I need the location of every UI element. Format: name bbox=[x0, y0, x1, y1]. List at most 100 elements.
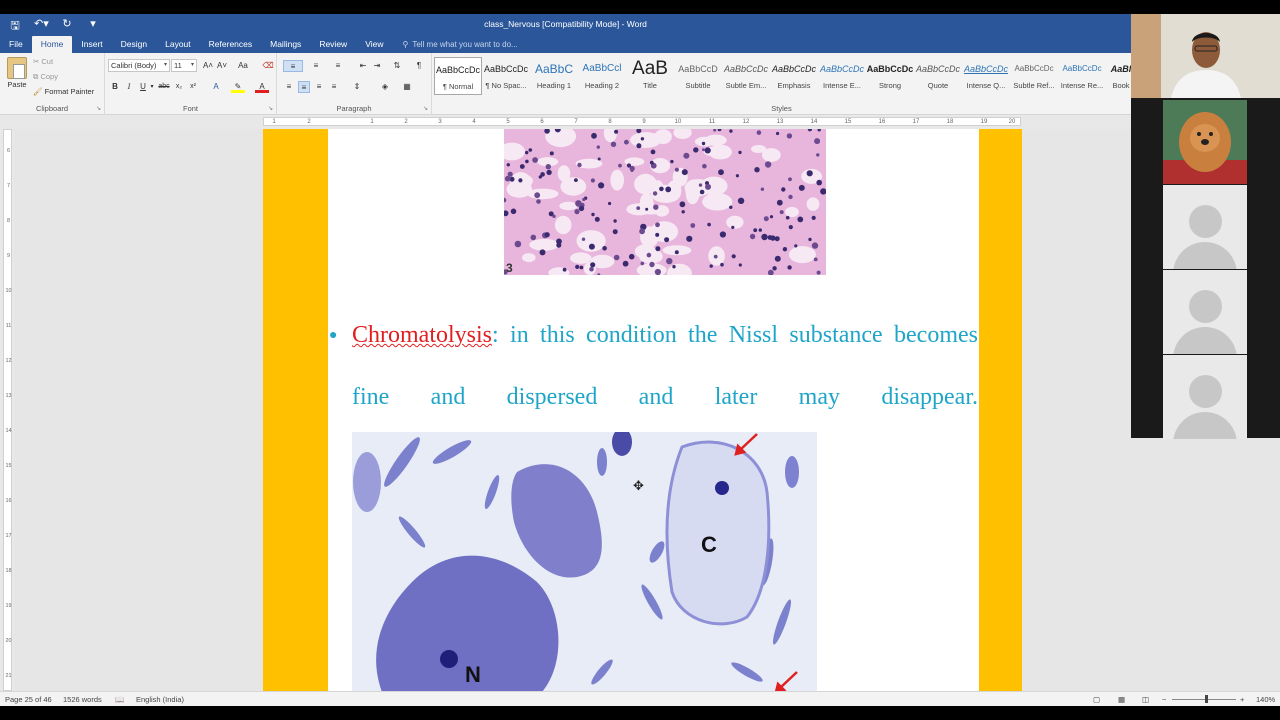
style-intense-reference[interactable]: AaBbCcDc Intense Re... bbox=[1058, 57, 1106, 95]
histology-image-top[interactable]: 3 bbox=[504, 129, 826, 275]
dialog-launcher-icon[interactable]: ↘ bbox=[268, 105, 273, 112]
tab-mailings[interactable]: Mailings bbox=[261, 36, 310, 53]
presenter-video-tile[interactable] bbox=[1131, 14, 1280, 98]
clipboard-icon bbox=[7, 57, 27, 79]
lightbulb-icon: ⚲ bbox=[402, 39, 409, 49]
dialog-launcher-icon[interactable]: ↘ bbox=[423, 105, 428, 112]
nucleus bbox=[807, 129, 812, 132]
superscript-button[interactable]: x² bbox=[187, 81, 199, 93]
text-effects-icon[interactable]: A bbox=[209, 81, 223, 93]
justify-icon[interactable]: ≡ bbox=[328, 81, 340, 93]
underline-button[interactable]: U bbox=[138, 81, 148, 93]
zoom-out-button[interactable]: − bbox=[1162, 695, 1166, 704]
nucleus bbox=[786, 133, 793, 139]
nucleus bbox=[539, 249, 546, 256]
shading-icon[interactable]: ◈ bbox=[377, 81, 393, 93]
show-marks-button[interactable]: ¶ bbox=[413, 60, 425, 72]
align-left-icon[interactable]: ≡ bbox=[283, 81, 295, 93]
tab-references[interactable]: References bbox=[200, 36, 261, 53]
clear-formatting-icon[interactable]: ⌫ bbox=[261, 60, 275, 72]
zoom-in-button[interactable]: + bbox=[1240, 695, 1244, 704]
sort-icon[interactable]: ⇅ bbox=[391, 60, 403, 72]
participant-avatar-tile[interactable] bbox=[1163, 270, 1247, 354]
style-preview: AaBbCcDc bbox=[866, 64, 914, 74]
nucleus bbox=[816, 270, 821, 275]
nucleus bbox=[719, 231, 726, 238]
style-intense-emphasis[interactable]: AaBbCcDc Intense E... bbox=[818, 57, 866, 95]
nucleus bbox=[506, 163, 510, 167]
tab-layout[interactable]: Layout bbox=[156, 36, 200, 53]
highlight-icon[interactable]: ✎ bbox=[231, 81, 245, 93]
font-size-combo[interactable]: 11 ▾ bbox=[171, 59, 197, 72]
participant-dog-tile[interactable] bbox=[1163, 100, 1247, 184]
numbering-icon[interactable]: ≡ bbox=[307, 60, 325, 72]
style-name: Strong bbox=[878, 81, 902, 90]
participant-avatar-tile[interactable] bbox=[1163, 355, 1247, 439]
zoom-slider[interactable] bbox=[1172, 699, 1236, 700]
increase-indent-icon[interactable]: ⇥ bbox=[371, 60, 383, 72]
word-count[interactable]: 1526 words bbox=[63, 695, 102, 704]
format-painter-button[interactable]: 🖌 Format Painter bbox=[33, 87, 94, 96]
font-color-icon[interactable]: A bbox=[255, 81, 269, 93]
tab-file[interactable]: File bbox=[0, 36, 32, 53]
style-title[interactable]: AaB Title bbox=[626, 57, 674, 95]
style-no-spacing[interactable]: AaBbCcDc ¶ No Spac... bbox=[482, 57, 530, 95]
tab-design[interactable]: Design bbox=[112, 36, 156, 53]
nucleus bbox=[591, 132, 597, 139]
language-indicator[interactable]: English (India) bbox=[136, 695, 184, 704]
read-mode-icon[interactable]: ▢ bbox=[1093, 695, 1100, 704]
style-normal[interactable]: AaBbCcDc ¶ Normal bbox=[434, 57, 482, 95]
subscript-button[interactable]: x₂ bbox=[173, 81, 185, 93]
participant-avatar-tile[interactable] bbox=[1163, 185, 1247, 269]
tab-review[interactable]: Review bbox=[310, 36, 356, 53]
style-intense-quote[interactable]: AaBbCcDc Intense Q... bbox=[962, 57, 1010, 95]
chevron-down-icon: ▾ bbox=[163, 62, 167, 68]
vacuole bbox=[785, 206, 799, 218]
nucleus bbox=[652, 191, 658, 196]
decrease-indent-icon[interactable]: ⇤ bbox=[357, 60, 369, 72]
cut-button[interactable]: ✂ Cut bbox=[33, 57, 53, 66]
multilevel-list-icon[interactable]: ≡ bbox=[329, 60, 347, 72]
style-emphasis[interactable]: AaBbCcDc Emphasis bbox=[770, 57, 818, 95]
horizontal-ruler[interactable]: 1 2 1 2 3 4 5 6 7 8 9 10 11 12 13 14 15 … bbox=[0, 115, 1280, 129]
change-case-button[interactable]: Aa bbox=[233, 60, 253, 72]
nucleus bbox=[776, 199, 783, 206]
style-heading-2[interactable]: AaBbCcl Heading 2 bbox=[578, 57, 626, 95]
style-quote[interactable]: AaBbCcDc Quote bbox=[914, 57, 962, 95]
tab-insert[interactable]: Insert bbox=[72, 36, 111, 53]
tell-me-box[interactable]: ⚲ Tell me what you want to do... bbox=[392, 36, 517, 53]
align-right-icon[interactable]: ≡ bbox=[313, 81, 325, 93]
style-subtle-emphasis[interactable]: AaBbCcDc Subtle Em... bbox=[722, 57, 770, 95]
vertical-ruler[interactable]: 6 7 8 9 10 11 12 13 14 15 16 17 18 19 20… bbox=[0, 129, 14, 691]
print-layout-icon[interactable]: ▦ bbox=[1118, 695, 1125, 704]
chevron-down-icon[interactable]: ▾ bbox=[149, 81, 155, 93]
font-name-combo[interactable]: Calibri (Body) ▾ bbox=[108, 59, 170, 72]
zoom-slider-thumb[interactable] bbox=[1205, 695, 1208, 703]
italic-button[interactable]: I bbox=[124, 81, 134, 93]
proofing-icon[interactable]: 📖 bbox=[115, 695, 124, 704]
bold-button[interactable]: B bbox=[110, 81, 120, 93]
web-layout-icon[interactable]: ◫ bbox=[1142, 695, 1149, 704]
align-center-icon[interactable]: ≡ bbox=[298, 81, 310, 93]
style-preview: AaBbCcDc bbox=[771, 64, 816, 74]
borders-icon[interactable]: ▦ bbox=[399, 81, 415, 93]
grow-font-button[interactable]: A˄ bbox=[201, 60, 215, 72]
copy-button[interactable]: ⧉ Copy bbox=[33, 72, 58, 82]
style-strong[interactable]: AaBbCcDc Strong bbox=[866, 57, 914, 95]
zoom-level[interactable]: 140% bbox=[1256, 695, 1275, 704]
dialog-launcher-icon[interactable]: ↘ bbox=[96, 105, 101, 112]
chromatolysis-paragraph[interactable]: Chromatolysis: in this condition the Nis… bbox=[352, 304, 978, 428]
bullets-icon[interactable]: ≡ bbox=[283, 60, 303, 72]
page-count[interactable]: Page 25 of 46 bbox=[5, 695, 52, 704]
strikethrough-button[interactable]: abc bbox=[157, 81, 171, 93]
tab-view[interactable]: View bbox=[356, 36, 392, 53]
document-page[interactable]: 3 ● Chromatolysis: in this condition the… bbox=[263, 129, 1022, 691]
line-spacing-icon[interactable]: ⇕ bbox=[349, 81, 365, 93]
shrink-font-button[interactable]: A˅ bbox=[215, 60, 229, 72]
style-heading-1[interactable]: AaBbC Heading 1 bbox=[530, 57, 578, 95]
style-subtitle[interactable]: AaBbCcD Subtitle bbox=[674, 57, 722, 95]
style-subtle-reference[interactable]: AaBbCcDc Subtle Ref... bbox=[1010, 57, 1058, 95]
paste-button[interactable]: Paste bbox=[5, 57, 29, 89]
histology-image-chromatolysis[interactable]: C N bbox=[352, 432, 817, 691]
tab-home[interactable]: Home bbox=[31, 36, 73, 53]
